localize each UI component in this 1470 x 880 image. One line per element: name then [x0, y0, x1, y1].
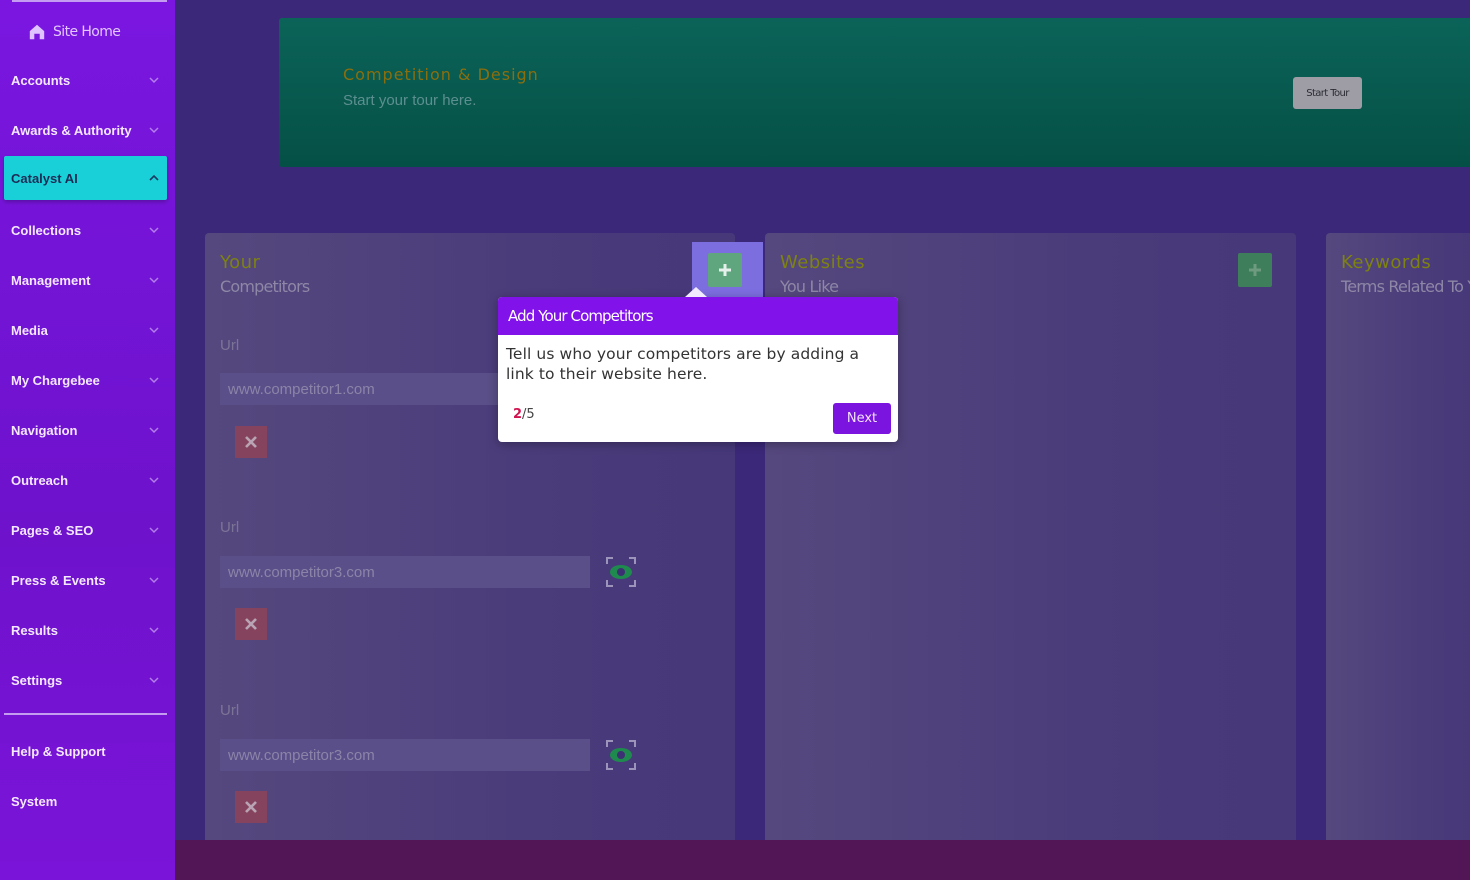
tour-popover-body: Tell us who your competitors are by addi… [506, 345, 860, 383]
tour-step-counter: 2/5 [513, 407, 535, 422]
hero-title: Competition & Design [343, 65, 539, 84]
sidebar-item-label: System [11, 793, 58, 809]
plus-icon [1249, 264, 1261, 276]
sidebar-item-results[interactable]: Results [4, 608, 167, 652]
keywords-card: Keywords Terms Related To Yo [1326, 233, 1470, 853]
card-title: Websites [780, 252, 866, 273]
sidebar-item-label: Navigation [11, 422, 78, 438]
sidebar-item-accounts[interactable]: Accounts [4, 58, 167, 102]
chevron-down-icon [149, 577, 159, 584]
chevron-down-icon [149, 277, 159, 284]
sidebar-item-settings[interactable]: Settings [4, 658, 167, 702]
url-label: Url [220, 702, 240, 719]
sidebar-item-label: Catalyst AI [11, 170, 78, 186]
sidebar-item-label: My Chargebee [11, 372, 100, 388]
sidebar-item-label: Help & Support [11, 743, 106, 759]
card-subtitle: Competitors [220, 277, 310, 296]
sidebar-item-label: Press & Events [11, 572, 106, 588]
eye-scan-icon [606, 740, 636, 770]
plus-icon [719, 264, 731, 276]
sidebar-item-label: Collections [11, 222, 82, 238]
preview-button[interactable] [605, 739, 637, 771]
competitor-url-input[interactable] [220, 556, 590, 588]
card-title: Your [220, 252, 261, 273]
start-tour-button[interactable]: Start Tour [1293, 77, 1362, 109]
sidebar-divider [4, 713, 167, 715]
sidebar-item-media[interactable]: Media [4, 308, 167, 352]
delete-competitor-button[interactable] [235, 608, 267, 640]
sidebar-item-label: Outreach [11, 472, 69, 488]
sidebar-item-label: Settings [11, 672, 63, 688]
sidebar-item-label: Awards & Authority [11, 122, 132, 138]
chevron-down-icon [149, 477, 159, 484]
sidebar: Site Home Accounts Awards & Authority Ca… [0, 0, 175, 880]
sidebar-top-divider [12, 0, 167, 2]
sidebar-item-pages-seo[interactable]: Pages & SEO [4, 508, 167, 552]
site-home-label: Site Home [53, 24, 121, 40]
sidebar-item-label: Accounts [11, 72, 71, 88]
preview-button[interactable] [605, 556, 637, 588]
sidebar-item-label: Media [11, 322, 48, 338]
sidebar-item-my-chargebee[interactable]: My Chargebee [4, 358, 167, 402]
sidebar-item-help-support[interactable]: Help & Support [4, 729, 167, 773]
card-subtitle: You Like [780, 277, 839, 296]
tour-next-button[interactable]: Next [833, 403, 891, 434]
chevron-down-icon [149, 327, 159, 334]
chevron-down-icon [149, 127, 159, 134]
sidebar-item-awards-authority[interactable]: Awards & Authority [4, 108, 167, 152]
hero-banner: Competition & Design Start your tour her… [279, 18, 1470, 167]
sidebar-item-label: Management [11, 272, 91, 288]
chevron-down-icon [149, 427, 159, 434]
card-title: Keywords [1341, 252, 1432, 273]
close-icon [245, 436, 257, 448]
card-subtitle: Terms Related To Yo [1341, 277, 1470, 296]
sidebar-item-press-events[interactable]: Press & Events [4, 558, 167, 602]
sidebar-item-collections[interactable]: Collections [4, 208, 167, 252]
close-icon [245, 801, 257, 813]
chevron-down-icon [149, 627, 159, 634]
sidebar-item-navigation[interactable]: Navigation [4, 408, 167, 452]
chevron-down-icon [149, 677, 159, 684]
chevron-down-icon [149, 377, 159, 384]
tour-popover-title: Add Your Competitors [498, 297, 898, 335]
tour-step-current: 2 [513, 407, 523, 422]
chevron-up-icon [149, 174, 159, 181]
sidebar-item-outreach[interactable]: Outreach [4, 458, 167, 502]
sidebar-item-label: Results [11, 622, 58, 638]
tour-popover: Add Your Competitors Tell us who your co… [498, 287, 898, 442]
eye-scan-icon [606, 557, 636, 587]
delete-competitor-button[interactable] [235, 791, 267, 823]
url-label: Url [220, 337, 240, 354]
sidebar-item-catalyst-ai[interactable]: Catalyst AI [4, 156, 167, 200]
chevron-down-icon [149, 527, 159, 534]
competitor-url-input[interactable] [220, 739, 590, 771]
chevron-down-icon [149, 227, 159, 234]
site-home-link[interactable]: Site Home [28, 20, 121, 44]
sidebar-item-system[interactable]: System [4, 779, 167, 823]
close-icon [245, 618, 257, 630]
url-label: Url [220, 519, 240, 536]
tour-step-total: /5 [522, 407, 535, 422]
add-competitor-button[interactable] [708, 253, 742, 287]
sidebar-item-management[interactable]: Management [4, 258, 167, 302]
add-website-button[interactable] [1238, 253, 1272, 287]
delete-competitor-button[interactable] [235, 426, 267, 458]
sidebar-item-label: Pages & SEO [11, 522, 94, 538]
chevron-down-icon [149, 77, 159, 84]
hero-subtitle: Start your tour here. [343, 92, 477, 109]
home-icon [29, 24, 45, 40]
popover-arrow [685, 287, 707, 297]
footer-bar [175, 840, 1470, 880]
